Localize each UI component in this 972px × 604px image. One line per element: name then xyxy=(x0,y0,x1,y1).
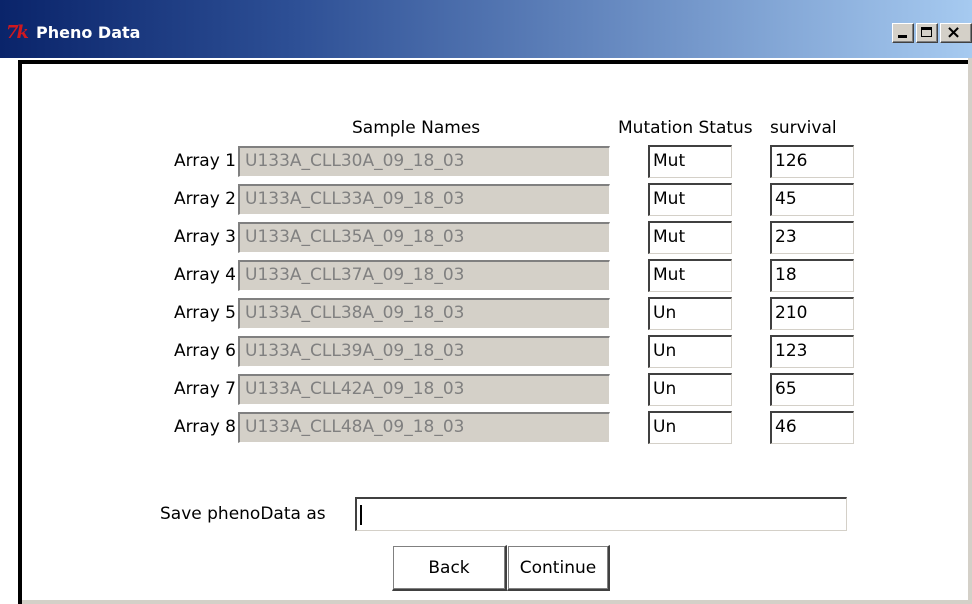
mutation-status-entry[interactable]: Mut xyxy=(648,183,732,216)
survival-entry[interactable]: 123 xyxy=(770,335,854,368)
minimize-button[interactable] xyxy=(892,23,914,43)
window-title: Pheno Data xyxy=(36,23,141,42)
sample-name-field: U133A_CLL39A_09_18_03 xyxy=(238,336,610,367)
mutation-status-entry[interactable]: Mut xyxy=(648,145,732,178)
mutation-status-entry[interactable]: Un xyxy=(648,411,732,444)
title-bar[interactable]: 7k Pheno Data × xyxy=(0,0,972,58)
sample-name-field: U133A_CLL30A_09_18_03 xyxy=(238,146,610,177)
mutation-status-entry[interactable]: Mut xyxy=(648,259,732,292)
sample-name-field: U133A_CLL37A_09_18_03 xyxy=(238,260,610,291)
close-icon: × xyxy=(946,22,962,43)
survival-entry[interactable]: 65 xyxy=(770,373,854,406)
pheno-data-window: 7k Pheno Data × Sample Names Mutation St… xyxy=(0,0,972,604)
survival-entry[interactable]: 126 xyxy=(770,145,854,178)
mutation-status-entry[interactable]: Un xyxy=(648,297,732,330)
row-label: Array 3 xyxy=(173,227,236,247)
survival-entry[interactable]: 46 xyxy=(770,411,854,444)
sample-name-field: U133A_CLL42A_09_18_03 xyxy=(238,374,610,405)
mutation-status-entry[interactable]: Un xyxy=(648,373,732,406)
row-label: Array 4 xyxy=(173,265,236,285)
sample-name-field: U133A_CLL35A_09_18_03 xyxy=(238,222,610,253)
survival-entry[interactable]: 23 xyxy=(770,221,854,254)
continue-button[interactable]: Continue xyxy=(507,545,610,591)
back-button[interactable]: Back xyxy=(392,545,507,591)
survival-entry[interactable]: 210 xyxy=(770,297,854,330)
sample-name-field: U133A_CLL33A_09_18_03 xyxy=(238,184,610,215)
close-button[interactable]: × xyxy=(940,22,972,43)
client-left-border xyxy=(18,60,22,604)
save-phenodata-label: Save phenoData as xyxy=(160,504,326,524)
sample-name-field: U133A_CLL38A_09_18_03 xyxy=(238,298,610,329)
sample-name-field: U133A_CLL48A_09_18_03 xyxy=(238,412,610,443)
row-label: Array 6 xyxy=(173,341,236,361)
survival-header: survival xyxy=(770,118,837,138)
row-label: Array 1 xyxy=(173,151,236,171)
survival-entry[interactable]: 45 xyxy=(770,183,854,216)
maximize-button[interactable] xyxy=(916,23,938,43)
mutation-status-header: Mutation Status xyxy=(618,118,753,138)
client-top-border xyxy=(18,60,972,64)
row-label: Array 2 xyxy=(173,189,236,209)
tk-feather-icon: 7k xyxy=(6,22,29,43)
window-right-border xyxy=(968,58,972,604)
mutation-status-entry[interactable]: Mut xyxy=(648,221,732,254)
row-label: Array 8 xyxy=(173,417,236,437)
save-phenodata-input[interactable] xyxy=(355,497,847,531)
sample-names-header: Sample Names xyxy=(352,118,481,138)
window-bottom-border xyxy=(22,600,972,604)
mutation-status-entry[interactable]: Un xyxy=(648,335,732,368)
survival-entry[interactable]: 18 xyxy=(770,259,854,292)
row-label: Array 7 xyxy=(173,379,236,399)
row-label: Array 5 xyxy=(173,303,236,323)
text-cursor xyxy=(360,505,362,525)
